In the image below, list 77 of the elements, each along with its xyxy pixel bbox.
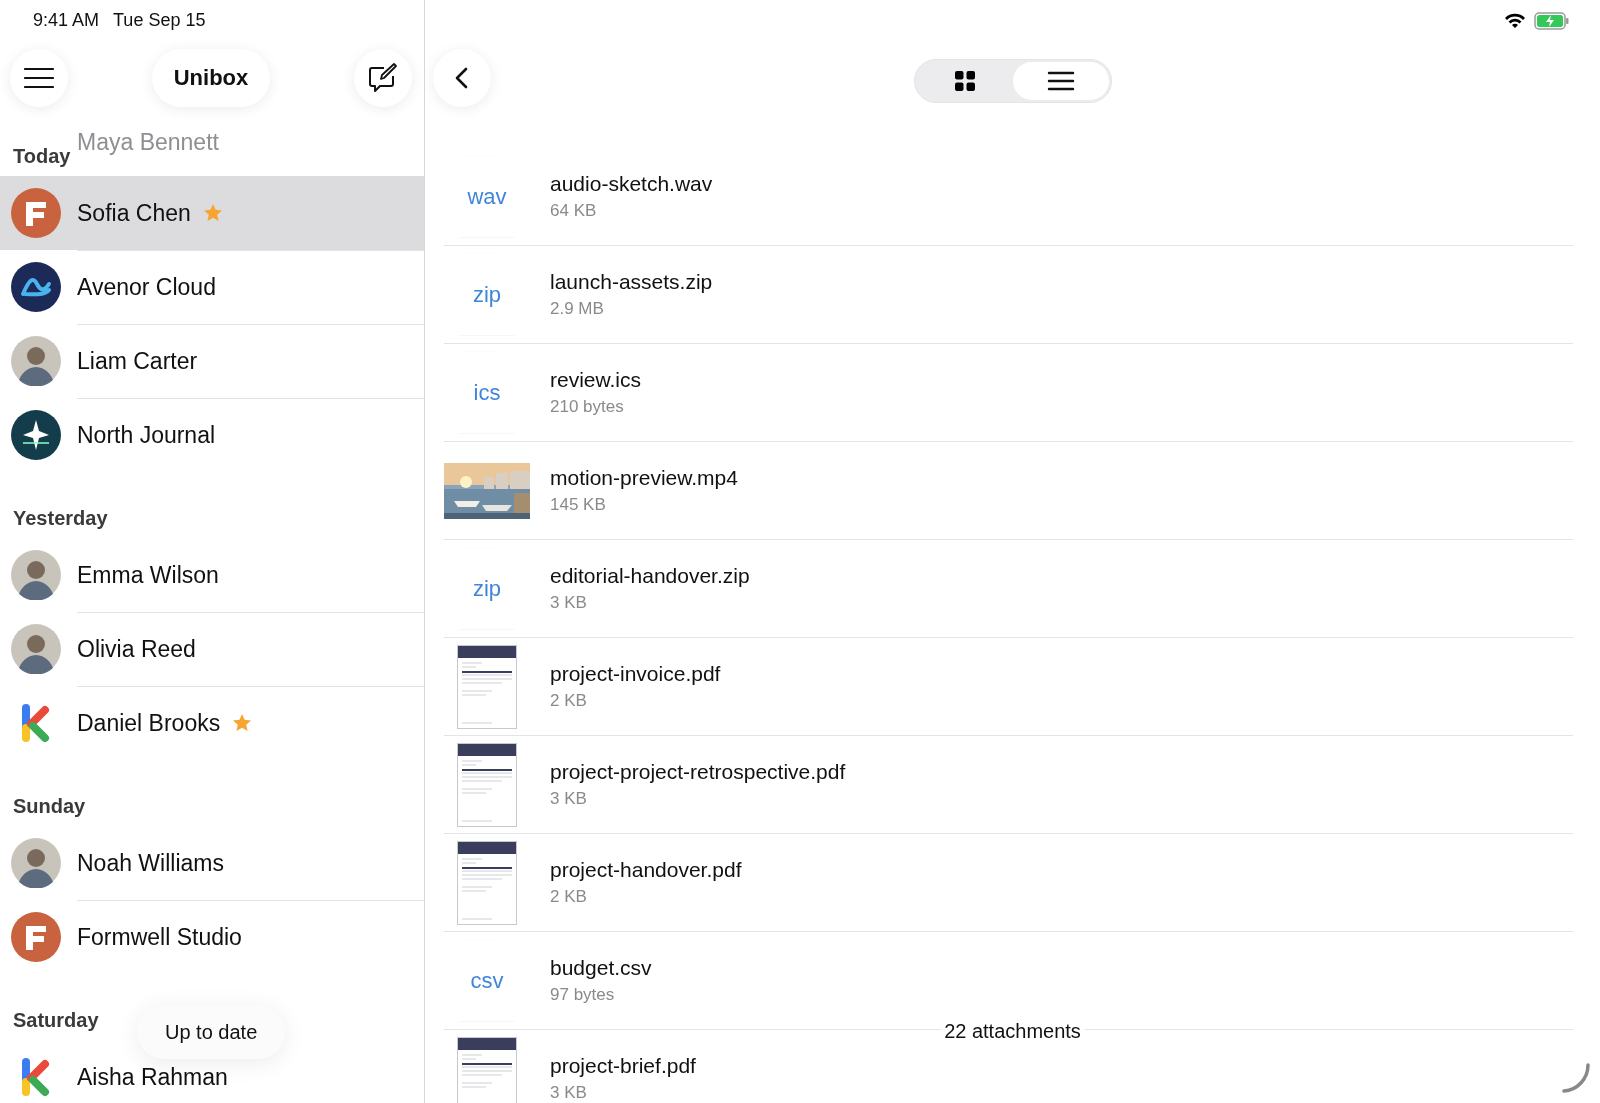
file-name: project-brief.pdf [550, 1054, 696, 1078]
contact-name: Sofia Chen [77, 199, 191, 227]
conversation-item[interactable]: North Journal [0, 398, 424, 472]
contact-name: Emma Wilson [77, 561, 219, 589]
section-header: Today [13, 145, 71, 168]
attachment-item[interactable]: ics review.ics 210 bytes [444, 344, 1573, 442]
avatar [11, 838, 61, 888]
file-icon: zip [458, 547, 516, 630]
avatar-icon [11, 262, 61, 312]
conversation-item[interactable]: Emma Wilson [0, 538, 424, 612]
conversation-item[interactable]: Avenor Cloud [0, 250, 424, 324]
file-name: motion-preview.mp4 [550, 466, 738, 490]
attachment-item[interactable]: motion-preview.mp4 145 KB [444, 442, 1573, 540]
section-header: Saturday [13, 1009, 99, 1032]
attachment-item[interactable]: project-invoice.pdf 2 KB [444, 638, 1573, 736]
conversation-item[interactable]: Formwell Studio [0, 900, 424, 974]
attachment-item[interactable]: zip launch-assets.zip 2.9 MB [444, 246, 1573, 344]
contact-name: Avenor Cloud [77, 273, 216, 301]
file-name: review.ics [550, 368, 642, 392]
file-name: budget.csv [550, 956, 652, 980]
section-header: Sunday [13, 795, 86, 818]
file-name: project-handover.pdf [550, 858, 742, 882]
file-name: project-project-retrospective.pdf [550, 760, 846, 784]
contact-name: Noah Williams [77, 849, 224, 877]
status-date: Tue Sep 15 [113, 9, 206, 31]
conversation-item[interactable]: Olivia Reed [0, 612, 424, 686]
avatar-icon [11, 410, 61, 460]
conversation-item[interactable]: Noah Williams [0, 826, 424, 900]
menu-icon [24, 67, 54, 89]
attachment-item[interactable]: project-handover.pdf 2 KB [444, 834, 1573, 932]
file-icon: wav [458, 155, 516, 238]
conversation-item[interactable]: Liam Carter [0, 324, 424, 398]
conversation-item[interactable]: Daniel Brooks [0, 686, 424, 760]
file-name: project-invoice.pdf [550, 662, 721, 686]
list-view-button[interactable] [1012, 62, 1109, 100]
contact-name: Daniel Brooks [77, 709, 221, 737]
file-size: 2.9 MB [550, 299, 605, 319]
file-icon: csv [458, 939, 516, 1022]
attachment-item[interactable]: zip editorial-handover.zip 3 KB [444, 540, 1573, 638]
attachment-item[interactable]: project-project-retrospective.pdf 3 KB [444, 736, 1573, 834]
contact-name: Maya Bennett [77, 129, 219, 156]
contact-name: Aisha Rahman [77, 1063, 228, 1091]
battery-charging-icon [1534, 12, 1570, 30]
avatar-icon [11, 188, 61, 238]
file-name: editorial-handover.zip [550, 564, 750, 588]
avatar [11, 550, 61, 600]
contact-name: North Journal [77, 421, 216, 449]
file-icon: ics [458, 351, 516, 434]
file-size: 2 KB [550, 887, 588, 907]
wifi-icon [1504, 13, 1526, 29]
file-size: 3 KB [550, 1083, 588, 1103]
file-size: 64 KB [550, 201, 598, 221]
avatar [11, 336, 61, 386]
mailbox-title[interactable]: Unibox [151, 49, 271, 107]
grid-icon [953, 70, 976, 92]
list-icon [1046, 70, 1075, 92]
back-icon [454, 66, 470, 90]
sync-status-toast: Up to date [137, 1005, 286, 1059]
file-icon: zip [458, 253, 516, 336]
file-size: 97 bytes [550, 985, 616, 1005]
contact-name: Formwell Studio [77, 923, 242, 951]
file-name: launch-assets.zip [550, 270, 713, 294]
contact-name: Olivia Reed [77, 635, 196, 663]
status-time: 9:41 AM [33, 9, 100, 31]
attachment-item[interactable]: wav audio-sketch.wav 64 KB [444, 148, 1573, 246]
conversation-item[interactable]: Sofia Chen [0, 176, 424, 250]
section-header: Yesterday [13, 507, 108, 530]
file-name: audio-sketch.wav [550, 172, 713, 196]
avatar-icon [11, 912, 61, 962]
contact-name: Liam Carter [77, 347, 198, 375]
avatar [11, 624, 61, 674]
compose-icon [367, 62, 399, 94]
file-size: 3 KB [550, 593, 588, 613]
file-size: 3 KB [550, 789, 588, 809]
file-size: 145 KB [550, 495, 607, 515]
file-size: 2 KB [550, 691, 588, 711]
file-size: 210 bytes [550, 397, 625, 417]
